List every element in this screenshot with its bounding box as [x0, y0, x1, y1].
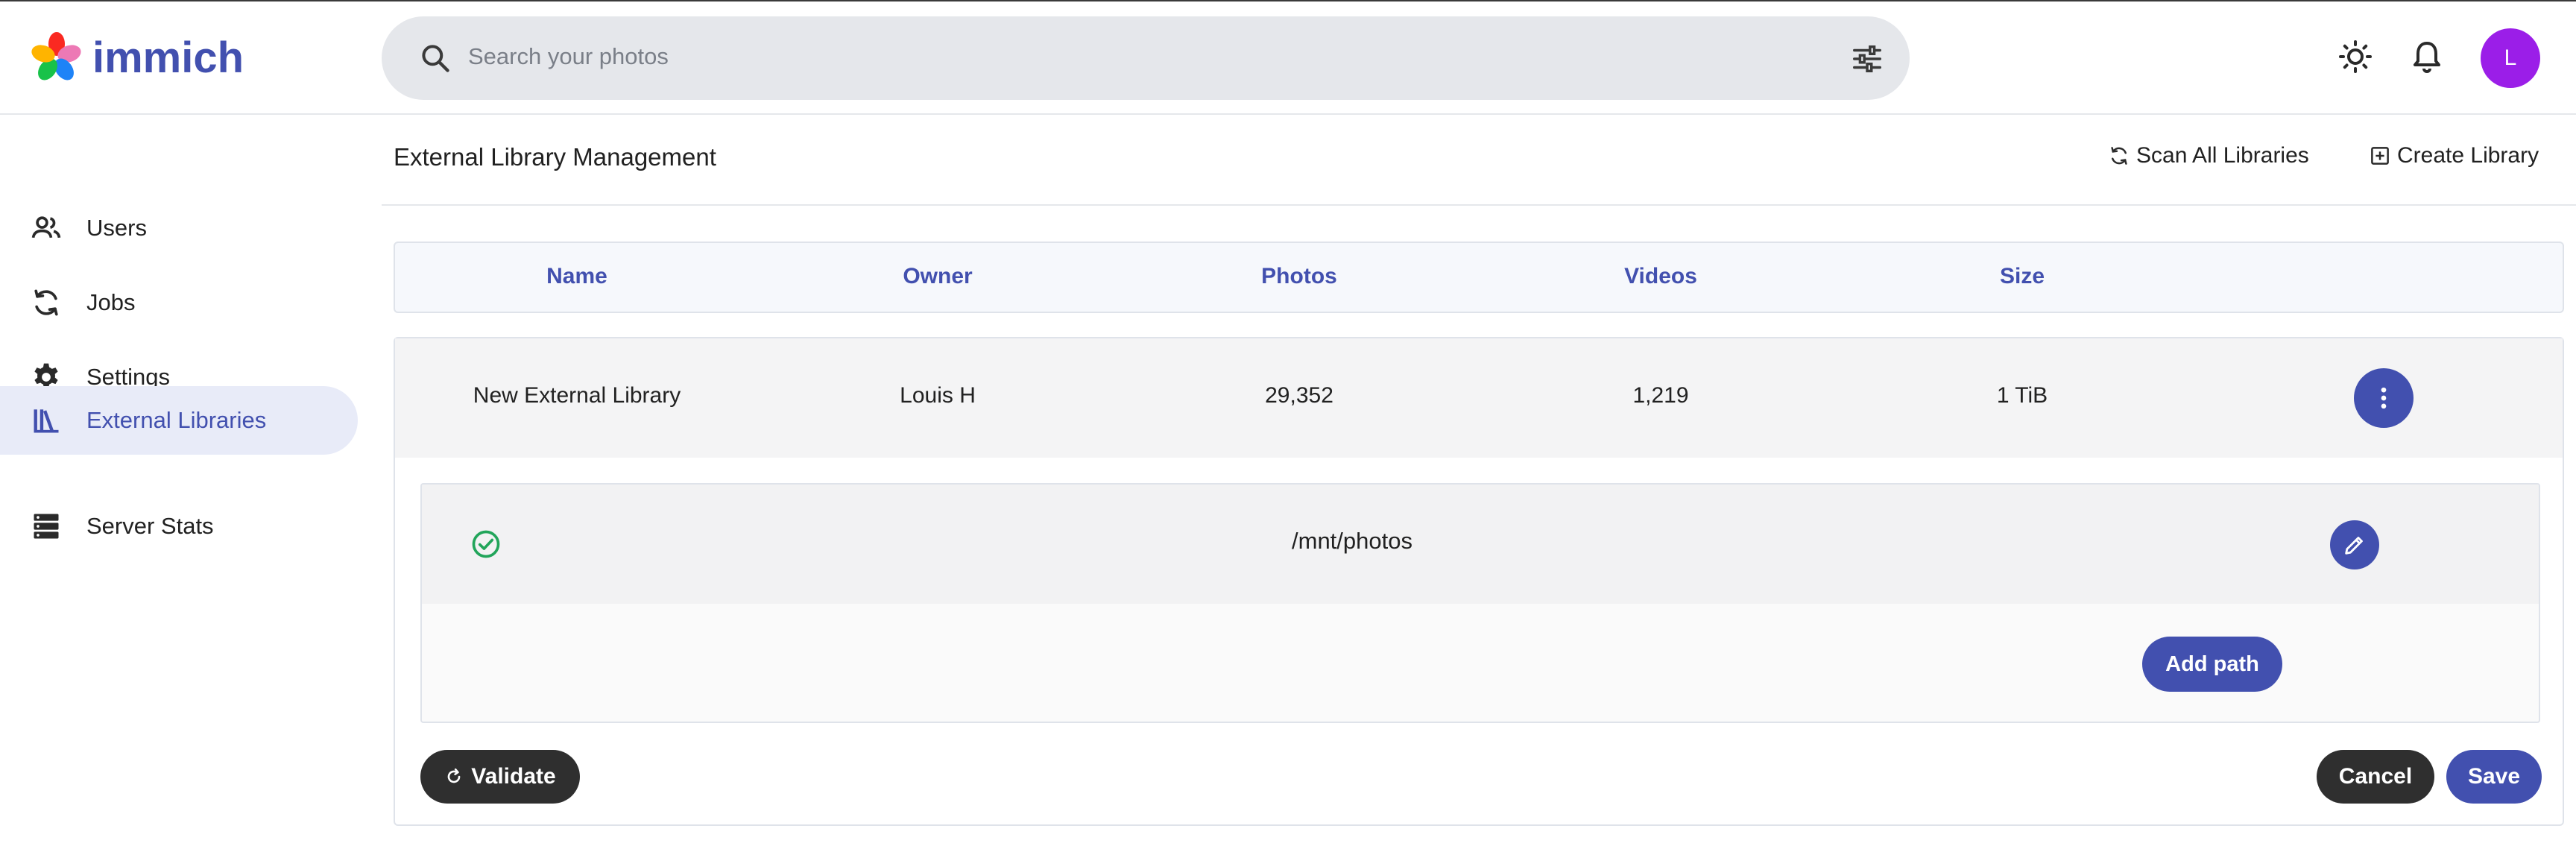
add-box-icon: [2371, 147, 2389, 165]
app-name: immich: [92, 33, 244, 82]
save-button[interactable]: Save: [2446, 750, 2542, 804]
scan-all-libraries-label: Scan All Libraries: [2136, 143, 2309, 168]
sidebar-item-label: Server Stats: [86, 513, 214, 539]
library-card: New External Library Louis H 29,352 1,21…: [394, 337, 2564, 826]
sidebar-item-label: Jobs: [86, 289, 136, 315]
list-item: /mnt/photos: [422, 485, 2539, 604]
refresh-icon: [447, 768, 461, 783]
sidebar-item-users[interactable]: Users: [0, 194, 358, 262]
theme-toggle-icon[interactable]: [2337, 39, 2373, 75]
library-name: New External Library: [473, 383, 681, 408]
edit-path-button[interactable]: [2330, 520, 2379, 569]
users-icon: [31, 216, 61, 239]
add-path-button[interactable]: Add path: [2142, 637, 2282, 692]
import-paths-box: /mnt/photos Add path: [420, 483, 2540, 723]
page-title: External Library Management: [394, 143, 716, 171]
cancel-button[interactable]: Cancel: [2317, 750, 2434, 804]
validate-label: Validate: [471, 764, 556, 789]
sync-icon: [34, 289, 58, 316]
search-bar[interactable]: Search your photos: [382, 16, 1910, 100]
library-icon: [34, 409, 59, 433]
table-header: Name Owner Photos Videos Size: [394, 242, 2564, 313]
user-avatar[interactable]: L: [2481, 28, 2540, 88]
library-videos-count: 1,219: [1632, 383, 1689, 408]
sidebar-item-external-libraries[interactable]: External Libraries: [0, 386, 358, 455]
create-library-button[interactable]: Create Library: [2369, 143, 2539, 168]
sidebar-item-label: External Libraries: [86, 407, 267, 433]
search-icon[interactable]: [419, 42, 452, 75]
top-bar: immich Search your photos L: [0, 0, 2576, 115]
column-header-size: Size: [1999, 264, 2045, 288]
column-header-owner: Owner: [903, 264, 973, 288]
library-size: 1 TiB: [1996, 383, 2048, 408]
library-photos-count: 29,352: [1265, 383, 1333, 408]
page-header: External Library Management Scan All Lib…: [382, 116, 2576, 206]
more-vertical-icon: [2381, 387, 2387, 409]
library-owner: Louis H: [900, 383, 976, 408]
sidebar-item-server-stats[interactable]: Server Stats: [0, 492, 358, 561]
sync-icon: [2111, 147, 2127, 165]
table-row: New External Library Louis H 29,352 1,21…: [395, 338, 2563, 458]
scan-all-libraries-button[interactable]: Scan All Libraries: [2108, 143, 2309, 168]
column-header-photos: Photos: [1261, 264, 1337, 288]
library-menu-button[interactable]: [2354, 368, 2414, 428]
search-input[interactable]: Search your photos: [468, 43, 669, 70]
check-circle-icon: [472, 530, 500, 558]
validate-button[interactable]: Validate: [420, 750, 580, 804]
create-library-label: Create Library: [2397, 143, 2539, 168]
app-logo[interactable]: immich: [30, 30, 244, 85]
pencil-icon: [2345, 537, 2363, 555]
server-icon: [34, 514, 59, 539]
notification-bell-icon[interactable]: [2409, 39, 2445, 75]
immich-logo-icon: [31, 32, 81, 81]
tune-icon[interactable]: [1850, 42, 1884, 76]
column-header-videos: Videos: [1624, 264, 1697, 288]
sidebar-item-label: Users: [86, 215, 147, 241]
column-header-name: Name: [546, 264, 607, 288]
import-path: /mnt/photos: [1292, 528, 1412, 554]
sidebar-item-jobs[interactable]: Jobs: [0, 268, 358, 337]
